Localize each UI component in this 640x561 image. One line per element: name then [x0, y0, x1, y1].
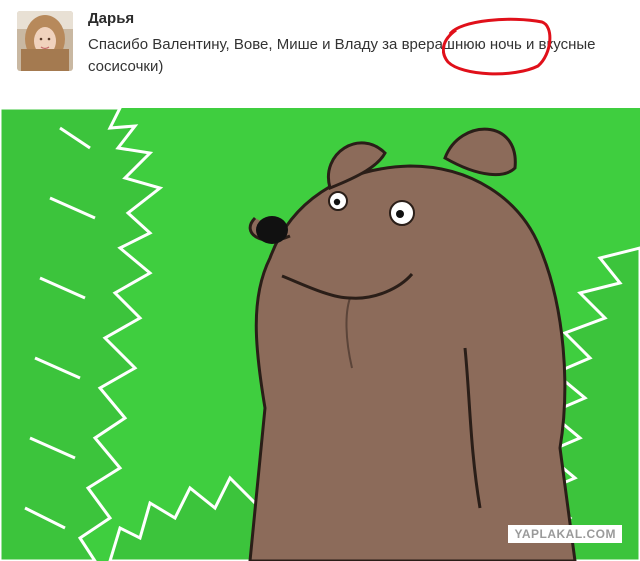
bear-nose	[256, 216, 288, 244]
avatar-photo	[17, 11, 73, 71]
post: Дарья Спасибо Валентину, Вове, Мише и Вл…	[0, 0, 640, 100]
post-message: Спасибо Валентину, Вове, Мише и Владу за…	[88, 34, 628, 78]
highlighted-word: врерашнюю	[401, 36, 486, 53]
bear-in-bushes-illustration	[0, 108, 640, 561]
bear-body	[248, 164, 577, 561]
watermark: YAPLAKAL.COM	[508, 525, 622, 543]
post-author[interactable]: Дарья	[88, 10, 134, 27]
user-avatar[interactable]	[17, 11, 73, 71]
message-text: Спасибо Валентину, Вове, Мише и Владу за	[88, 36, 402, 53]
meme-image: YAPLAKAL.COM	[0, 108, 640, 561]
